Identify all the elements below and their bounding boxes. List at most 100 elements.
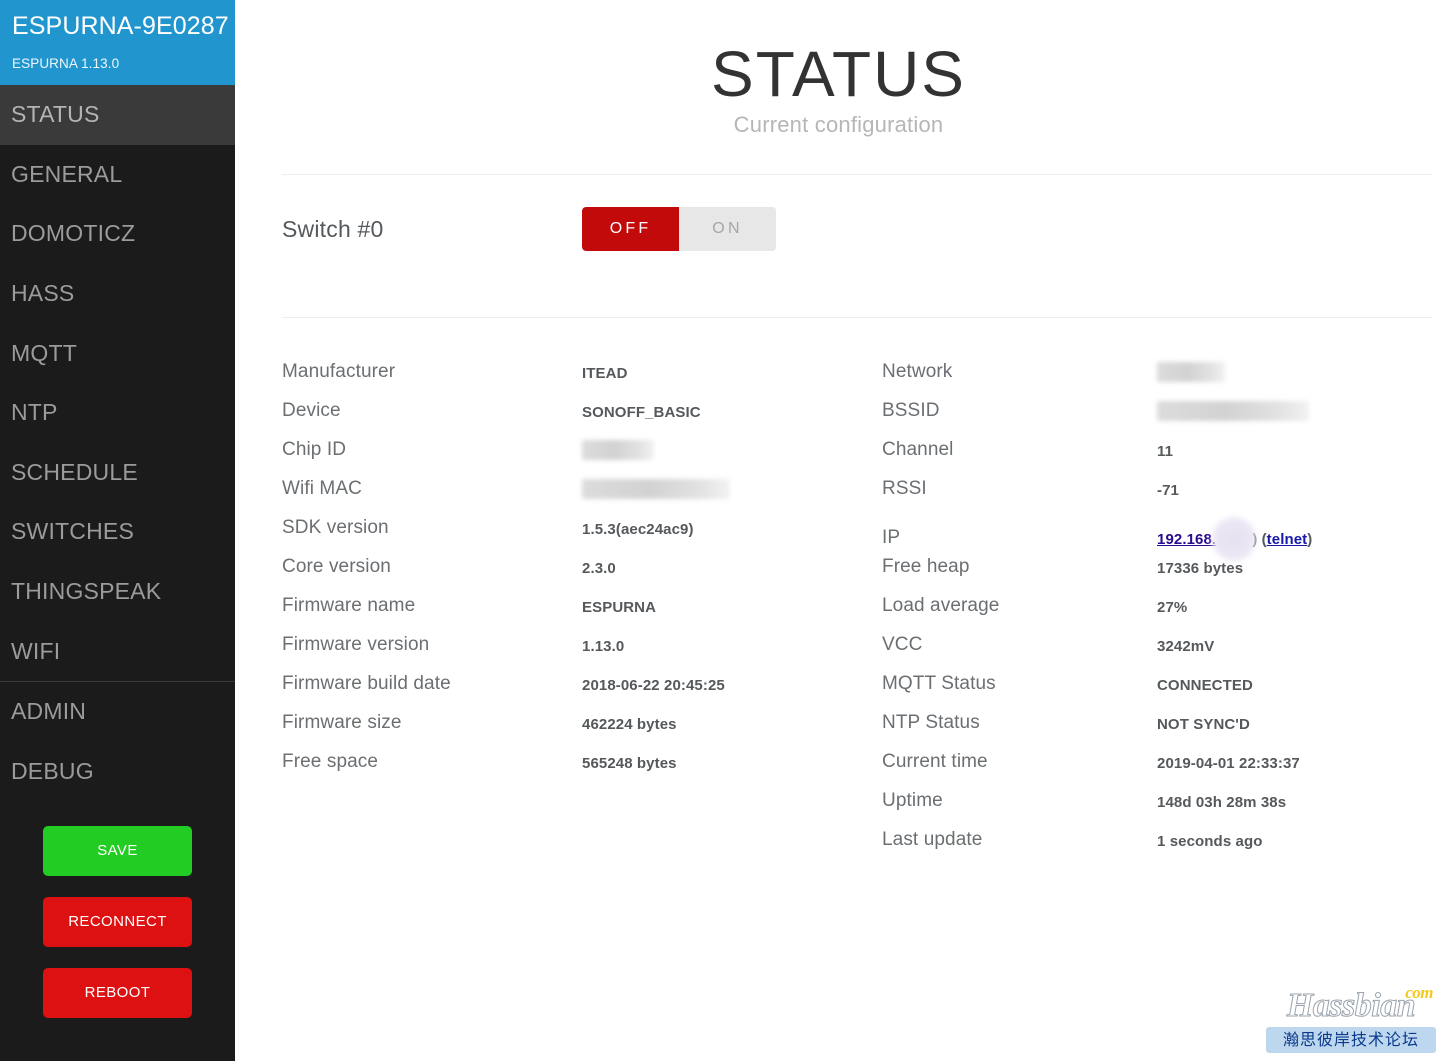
switch-label: Switch #0	[282, 215, 384, 242]
watermark: Hassbian com 瀚思彼岸技术论坛	[1266, 983, 1436, 1057]
sidebar-item-hass[interactable]: HASS	[0, 264, 235, 324]
status-row: Firmware name ESPURNA	[282, 595, 882, 634]
status-key-load-average: Load average	[882, 595, 1000, 616]
status-value-free-space: 565248 bytes	[582, 755, 677, 772]
status-row: NTP Status NOT SYNC'D	[882, 712, 1441, 751]
status-row: Wifi MAC	[282, 478, 882, 517]
status-value-network	[1157, 362, 1225, 384]
redacted-value-block	[1157, 362, 1225, 383]
status-key-channel: Channel	[882, 439, 954, 460]
status-key-device: Device	[282, 400, 341, 421]
status-key-free-space: Free space	[282, 751, 379, 772]
status-value-firmware-version: 1.13.0	[582, 638, 625, 655]
status-row: Channel 11	[882, 439, 1441, 478]
status-value-sdk-version: 1.5.3(aec24ac9)	[582, 521, 694, 538]
reconnect-button[interactable]: RECONNECT	[43, 897, 192, 948]
status-key-mqtt-status: MQTT Status	[882, 673, 996, 694]
save-button[interactable]: SAVE	[43, 826, 192, 877]
reboot-button[interactable]: REBOOT	[43, 968, 192, 1019]
status-value-rssi: -71	[1157, 482, 1179, 499]
sidebar-item-ntp[interactable]: NTP	[0, 383, 235, 443]
page-subtitle: Current configuration	[733, 112, 944, 137]
status-value-bssid	[1157, 401, 1309, 423]
divider-top	[282, 174, 1432, 175]
status-key-vcc: VCC	[882, 634, 923, 655]
status-value-uptime: 148d 03h 28m 38s	[1157, 794, 1287, 811]
status-row: Firmware size 462224 bytes	[282, 712, 882, 751]
watermark-wordmark: Hassbian com	[1266, 983, 1436, 1027]
status-column-left: Manufacturer ITEAD Device SONOFF_BASIC Chip …	[282, 361, 882, 868]
status-key-bssid: BSSID	[882, 400, 940, 421]
switch-row: Switch #0 OFF ON	[235, 193, 1441, 265]
watermark-chinese-text: 瀚思彼岸技术论坛	[1266, 1027, 1436, 1053]
status-key-current-time: Current time	[882, 751, 988, 772]
sidebar-item-wifi[interactable]: WIFI	[0, 621, 235, 681]
status-value-current-time: 2019-04-01 22:33:37	[1157, 755, 1300, 772]
telnet-close-paren: )	[1307, 530, 1313, 548]
sidebar-action-buttons: SAVE RECONNECT REBOOT	[0, 801, 235, 1019]
sidebar-nav-secondary: ADMIN DEBUG	[0, 682, 235, 801]
status-row: RSSI -71	[882, 478, 1441, 517]
telnet-link[interactable]: telnet	[1267, 531, 1308, 548]
status-grid: Manufacturer ITEAD Device SONOFF_BASIC Chip …	[235, 361, 1441, 868]
status-key-wifi-mac: Wifi MAC	[282, 478, 362, 499]
ip-address-link[interactable]: 192.168.	[1157, 531, 1216, 548]
redacted-value-block	[582, 479, 730, 500]
status-key-firmware-size: Firmware size	[282, 712, 402, 733]
status-key-manufacturer: Manufacturer	[282, 361, 396, 382]
status-value-free-heap: 17336 bytes	[1157, 560, 1244, 577]
status-key-firmware-name: Firmware name	[282, 595, 416, 616]
sidebar-item-switches[interactable]: SWITCHES	[0, 502, 235, 562]
sidebar-item-debug[interactable]: DEBUG	[0, 742, 235, 802]
status-key-ip: IP	[882, 526, 901, 548]
status-column-right: Network BSSID Channel 11 RSSI -71 IP 192.168.) …	[882, 361, 1441, 868]
status-value-chip-id	[582, 440, 654, 462]
sidebar-item-status[interactable]: STATUS	[0, 85, 235, 145]
sidebar-item-mqtt[interactable]: MQTT	[0, 323, 235, 383]
status-value-firmware-name: ESPURNA	[582, 599, 657, 616]
sidebar-item-thingspeak[interactable]: THINGSPEAK	[0, 562, 235, 622]
status-value-manufacturer: ITEAD	[582, 365, 628, 382]
watermark-word: Hassbian	[1286, 987, 1416, 1025]
divider-bottom	[282, 317, 1432, 318]
status-row: VCC 3242mV	[882, 634, 1441, 673]
status-value-mqtt-status: CONNECTED	[1157, 677, 1253, 694]
switch-off-button[interactable]: OFF	[582, 207, 679, 251]
sidebar-nav-primary: STATUS GENERAL DOMOTICZ HASS MQTT NTP SCHEDULE…	[0, 85, 235, 681]
switch-toggle[interactable]: OFF ON	[582, 207, 776, 251]
status-key-firmware-build-date: Firmware build date	[282, 673, 451, 694]
redacted-value-block	[1157, 401, 1309, 422]
status-value-firmware-build-date: 2018-06-22 20:45:25	[582, 677, 725, 694]
sidebar-item-general[interactable]: GENERAL	[0, 145, 235, 205]
sidebar-item-schedule[interactable]: SCHEDULE	[0, 443, 235, 503]
status-value-last-update: 1 seconds ago	[1157, 833, 1263, 850]
status-row: BSSID	[882, 400, 1441, 439]
status-row: Last update 1 seconds ago	[882, 829, 1441, 868]
sidebar: ESPURNA-9E0287 ESPURNA 1.13.0 STATUS GENE…	[0, 0, 235, 1061]
status-key-ntp-status: NTP Status	[882, 712, 980, 733]
main-content: STATUS Current configuration Switch #0 O…	[235, 0, 1441, 1061]
status-row: Free space 565248 bytes	[282, 751, 882, 790]
status-value-vcc: 3242mV	[1157, 638, 1215, 655]
status-row: Free heap 17336 bytes	[882, 556, 1441, 595]
sidebar-item-admin[interactable]: ADMIN	[0, 682, 235, 742]
status-row: Current time 2019-04-01 22:33:37	[882, 751, 1441, 790]
status-value-ip[interactable]: 192.168.) (telnet)	[1157, 517, 1313, 562]
status-key-core-version: Core version	[282, 556, 391, 577]
status-key-rssi: RSSI	[882, 478, 927, 499]
status-row: Firmware build date 2018-06-22 20:45:25	[282, 673, 882, 712]
device-name: ESPURNA-9E0287	[12, 12, 229, 40]
status-key-network: Network	[882, 361, 953, 382]
status-value-core-version: 2.3.0	[582, 560, 616, 577]
status-value-load-average: 27%	[1157, 599, 1188, 616]
status-row: MQTT Status CONNECTED	[882, 673, 1441, 712]
status-key-firmware-version: Firmware version	[282, 634, 430, 655]
sidebar-item-domoticz[interactable]: DOMOTICZ	[0, 204, 235, 264]
switch-on-button[interactable]: ON	[679, 207, 776, 251]
watermark-tld: com	[1405, 983, 1433, 1002]
status-row: Chip ID	[282, 439, 882, 478]
sidebar-header: ESPURNA-9E0287 ESPURNA 1.13.0	[0, 0, 235, 85]
status-value-ntp-status: NOT SYNC'D	[1157, 716, 1250, 733]
status-row: Core version 2.3.0	[282, 556, 882, 595]
status-key-last-update: Last update	[882, 829, 983, 850]
